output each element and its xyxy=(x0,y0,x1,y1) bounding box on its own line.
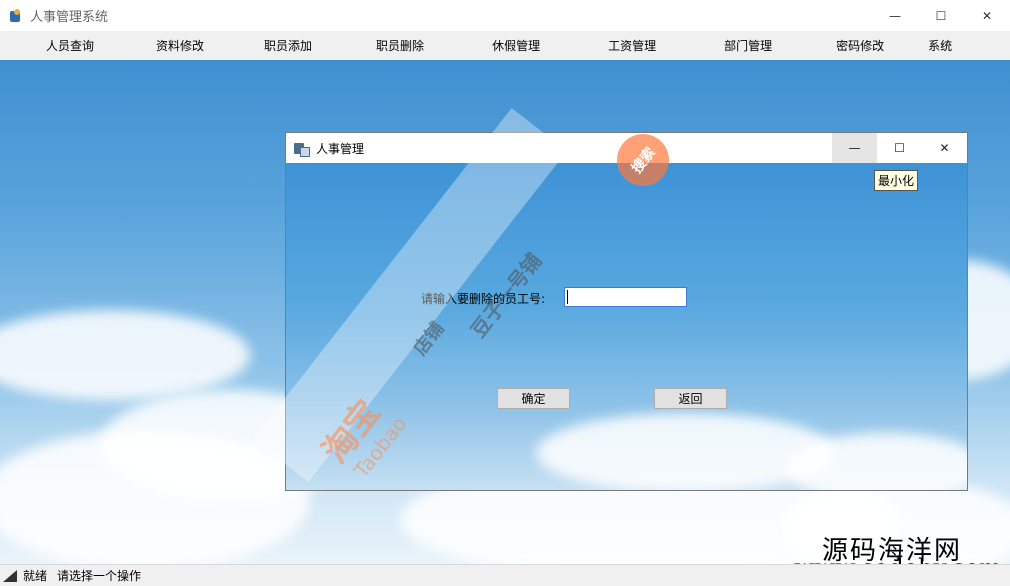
cloud xyxy=(0,310,250,400)
dialog-app-icon xyxy=(294,141,310,157)
confirm-button[interactable]: 确定 xyxy=(497,388,570,409)
dialog-close-button[interactable]: ✕ xyxy=(922,133,967,163)
back-button[interactable]: 返回 xyxy=(654,388,727,409)
menu-item-system[interactable]: 系统 xyxy=(920,37,960,54)
window-controls: — ☐ ✕ xyxy=(872,0,1010,31)
close-button[interactable]: ✕ xyxy=(964,0,1010,31)
menu-item-password-change[interactable]: 密码修改 xyxy=(828,37,892,54)
menu-item-department-management[interactable]: 部门管理 xyxy=(716,37,780,54)
menu-item-profile-edit[interactable]: 资料修改 xyxy=(148,37,212,54)
dialog-maximize-button[interactable]: ☐ xyxy=(877,133,922,163)
minimize-tooltip: 最小化 xyxy=(874,170,919,191)
status-bar: 就绪 请选择一个操作 xyxy=(0,564,1010,586)
employee-id-input[interactable] xyxy=(564,287,687,307)
minimize-button[interactable]: — xyxy=(872,0,918,31)
status-ready: 就绪 xyxy=(23,569,48,583)
dialog-title: 人事管理 xyxy=(316,141,365,156)
menu-item-employee-delete[interactable]: 职员删除 xyxy=(368,37,432,54)
window-title: 人事管理系统 xyxy=(30,10,109,25)
menu-item-person-query[interactable]: 人员查询 xyxy=(38,37,102,54)
main-title-bar: 人事管理系统 — ☐ ✕ xyxy=(0,0,1010,31)
menu-item-employee-add[interactable]: 职员添加 xyxy=(256,37,320,54)
resize-grip-icon xyxy=(3,568,19,584)
maximize-button[interactable]: ☐ xyxy=(918,0,964,31)
text-caret xyxy=(567,290,568,304)
menu-bar: 人员查询 资料修改 职员添加 职员删除 休假管理 工资管理 部门管理 密码修改 … xyxy=(0,31,1010,60)
menu-item-leave-management[interactable]: 休假管理 xyxy=(484,37,548,54)
dialog-controls: — ☐ ✕ xyxy=(832,133,967,163)
status-hint: 请选择一个操作 xyxy=(57,569,142,583)
menu-item-salary-management[interactable]: 工资管理 xyxy=(600,37,664,54)
dialog-minimize-button[interactable]: — xyxy=(832,133,877,163)
app-icon xyxy=(9,8,23,23)
